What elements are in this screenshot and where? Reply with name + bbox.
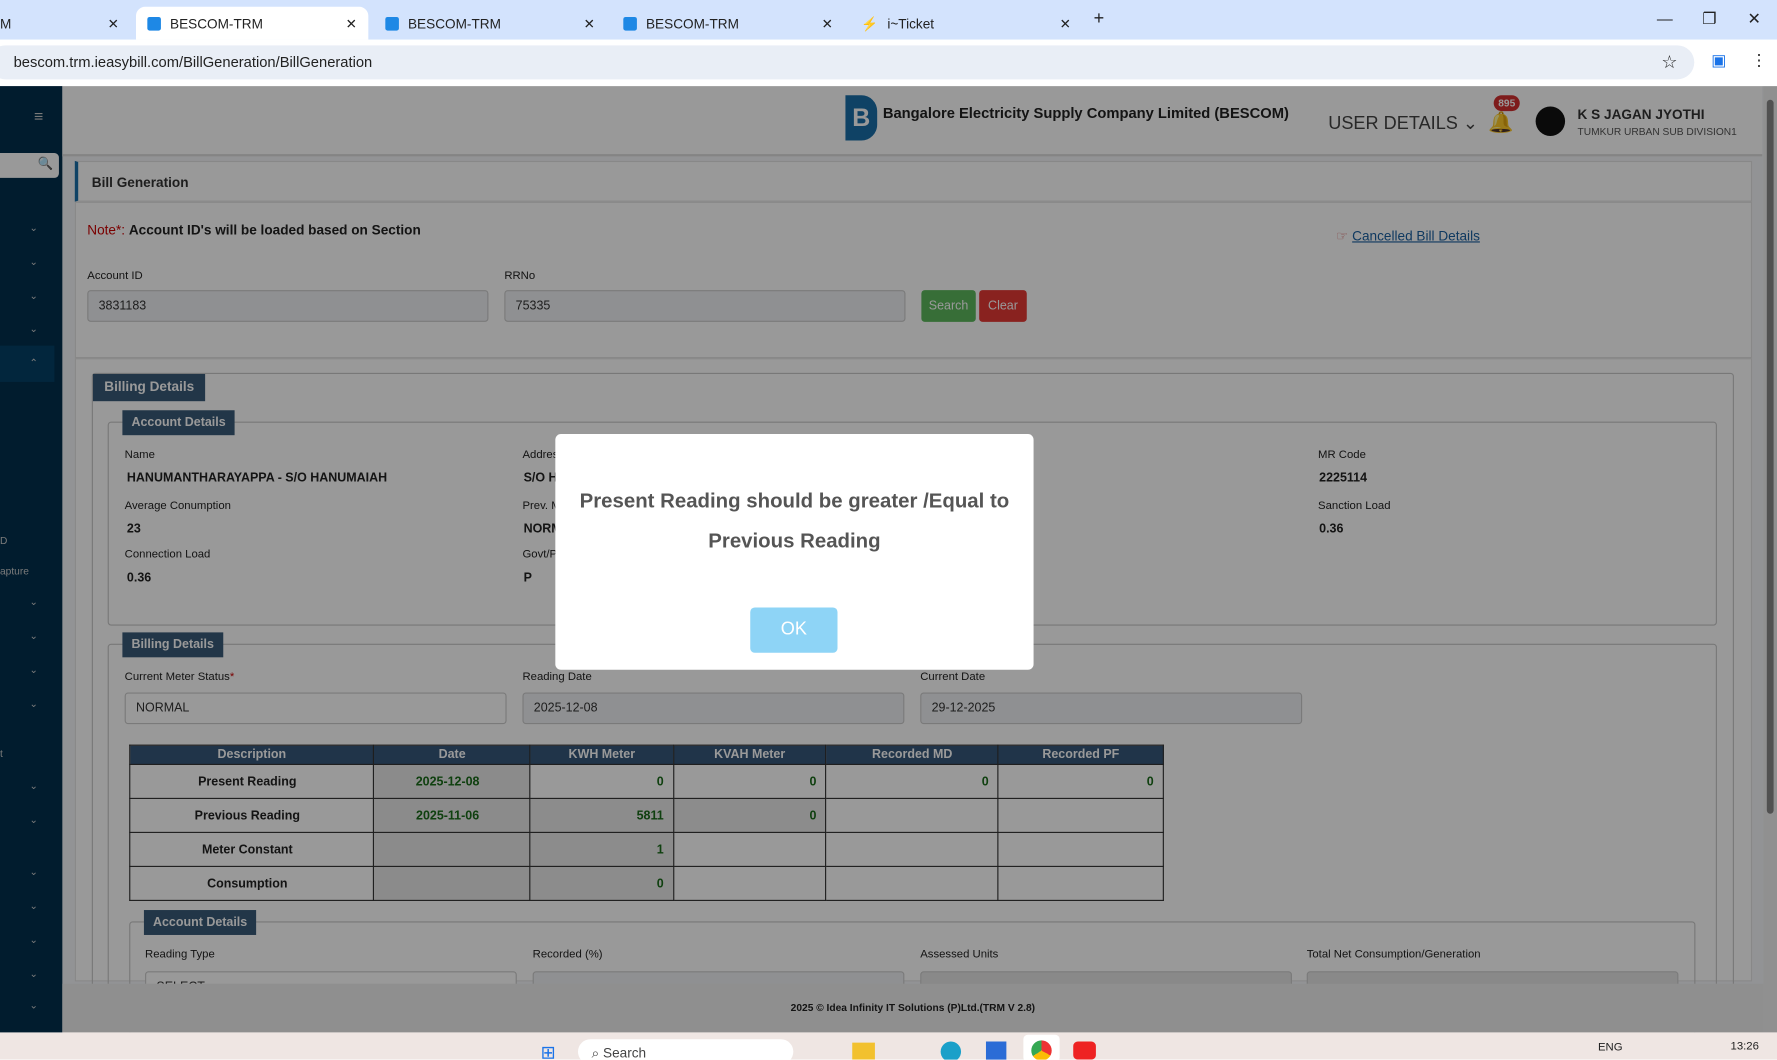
search-icon: ⌕ (591, 1044, 600, 1060)
alert-dialog: Present Reading should be greater /Equal… (555, 434, 1034, 670)
menu-icon[interactable]: ⋮ (1751, 51, 1767, 70)
tab[interactable]: BESCOM-TRM ✕ (612, 7, 844, 40)
address-bar-area: bescom.trm.ieasybill.com/BillGeneration/… (0, 39, 1777, 87)
tab-title: BESCOM-TRM (645, 15, 739, 32)
tab-active[interactable]: BESCOM-TRM ✕ (135, 6, 369, 40)
alert-message-line1: Present Reading should be greater /Equal… (579, 489, 1010, 513)
clock[interactable]: 13:26 (1731, 1040, 1759, 1052)
close-window-button[interactable]: ✕ (1748, 9, 1761, 28)
file-explorer-icon[interactable] (852, 1042, 875, 1060)
close-icon[interactable]: ✕ (822, 15, 833, 31)
iticket-icon: ⚡ (861, 15, 879, 32)
tab-title: BESCOM-TRM (169, 15, 263, 32)
taskbar: ⊞ ⌕ Search ENG 13:26 (0, 1032, 1777, 1060)
close-icon[interactable]: ✕ (346, 15, 357, 31)
chrome-icon[interactable] (1031, 1040, 1052, 1060)
tab-title: i~Ticket (887, 15, 935, 32)
tab-title: M (0, 15, 12, 32)
tab[interactable]: ⚡ i~Ticket ✕ (850, 7, 1082, 40)
language-indicator[interactable]: ENG (1598, 1042, 1623, 1054)
taskbar-search-label: Search (603, 1044, 647, 1060)
new-tab-button[interactable]: + (1094, 9, 1105, 29)
favicon-icon (623, 16, 637, 31)
minimize-button[interactable]: — (1657, 9, 1673, 27)
favicon-icon (147, 16, 161, 31)
tab-bar: M ✕ BESCOM-TRM ✕ BESCOM-TRM ✕ BESCOM-TRM ✕ ⚡… (0, 0, 1777, 40)
close-icon[interactable]: ✕ (584, 15, 595, 31)
youtube-icon[interactable] (1073, 1041, 1096, 1060)
restore-button[interactable]: ❐ (1702, 9, 1716, 28)
edge-icon[interactable] (940, 1041, 962, 1060)
tab[interactable]: BESCOM-TRM ✕ (374, 7, 606, 40)
star-icon[interactable]: ☆ (1661, 51, 1677, 74)
alert-message-line2: Previous Reading (708, 529, 881, 552)
tab[interactable]: M ✕ (0, 7, 130, 40)
ok-button[interactable]: OK (750, 607, 838, 653)
store-icon[interactable] (985, 1041, 1007, 1060)
extension-icon[interactable]: ▣ (1711, 51, 1726, 70)
favicon-icon (385, 16, 399, 31)
close-icon[interactable]: ✕ (108, 15, 119, 31)
url-input[interactable]: bescom.trm.ieasybill.com/BillGeneration/… (0, 45, 1695, 80)
taskbar-search[interactable]: ⌕ Search (577, 1039, 794, 1060)
tab-title: BESCOM-TRM (407, 15, 501, 32)
close-icon[interactable]: ✕ (1060, 15, 1071, 31)
web-page: 🔍 ≡ ⌄ ⌄ ⌄ ⌄ ⌃ D apture t ⌄ ⌄ ⌄ ⌄ ⌄ ⌄ ⌄ ⌄… (0, 86, 1777, 1035)
windows-start-icon[interactable]: ⊞ (541, 1042, 556, 1060)
